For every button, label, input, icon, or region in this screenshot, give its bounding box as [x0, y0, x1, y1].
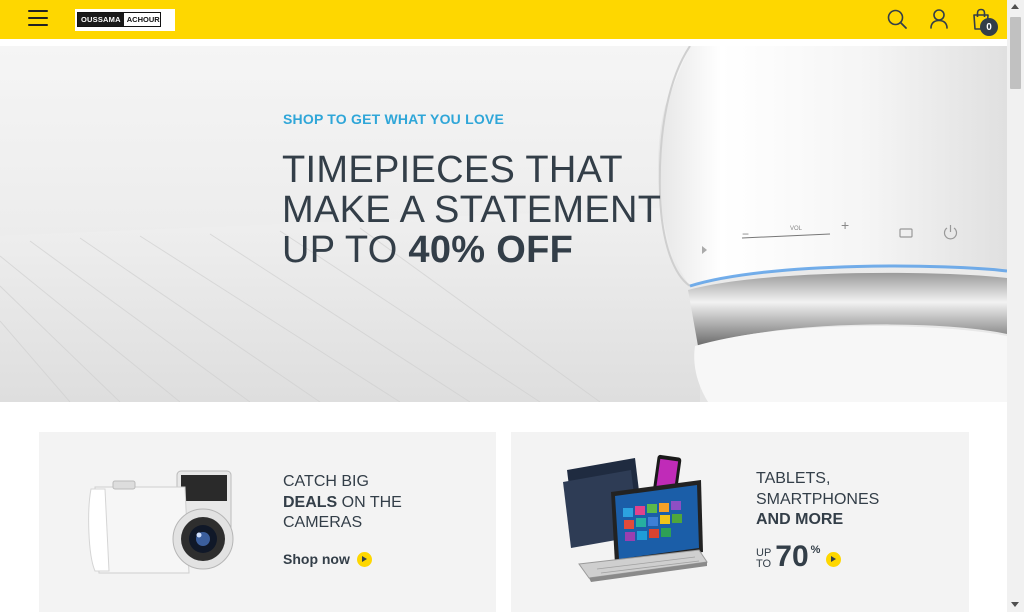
arrow-right-icon	[356, 551, 372, 567]
cart-count-badge: 0	[980, 18, 998, 36]
site-header: OUSSAMA ACHOUR 0	[0, 0, 1007, 39]
scroll-down-arrow-icon[interactable]	[1011, 602, 1019, 607]
promo-cameras-line-1: CATCH BIG	[283, 473, 369, 490]
camera-product-image	[88, 470, 234, 574]
hero-title-prefix: UP TO	[282, 229, 409, 271]
promo-cameras-text: CATCH BIG DEALS ON THE CAMERAS	[283, 472, 402, 534]
scroll-up-arrow-icon[interactable]	[1011, 4, 1019, 9]
tablets-laptop-product-image	[563, 454, 708, 582]
promo-card-tablets[interactable]: TABLETS, SMARTPHONES AND MORE UP TO 70 %	[511, 432, 969, 612]
hero-title-line-3: UP TO 40% OFF	[282, 230, 661, 270]
scroll-thumb[interactable]	[1010, 17, 1021, 89]
speaker-product-image: VOL − +	[658, 46, 1007, 402]
hero-title-discount: 40% OFF	[408, 229, 574, 271]
promo-card-cameras[interactable]: CATCH BIG DEALS ON THE CAMERAS Shop now	[39, 432, 496, 612]
hero-title-line-2: MAKE A STATEMENT	[282, 189, 662, 231]
promo-tablets-line-3: AND MORE	[756, 511, 844, 528]
hero-eyebrow: SHOP TO GET WHAT YOU LOVE	[283, 111, 504, 127]
upto-percent-sign: %	[810, 544, 821, 556]
upto-label: UP TO	[756, 548, 771, 570]
logo-text-left: OUSSAMA	[78, 13, 124, 26]
speaker-minus-label: −	[742, 227, 749, 241]
user-icon[interactable]	[928, 8, 950, 30]
logo-mark: OUSSAMA ACHOUR	[77, 12, 161, 27]
logo-text-right: ACHOUR	[126, 15, 160, 24]
promo-tablets-discount[interactable]: UP TO 70 %	[756, 540, 842, 573]
hero-title-line-1: TIMEPIECES THAT	[282, 149, 623, 191]
arrow-right-icon	[826, 552, 842, 567]
site-logo[interactable]: OUSSAMA ACHOUR	[75, 9, 175, 31]
promo-tablets-line-1: TABLETS,	[756, 470, 831, 487]
promo-cameras-line-3: CAMERAS	[283, 514, 363, 531]
search-icon[interactable]	[886, 8, 908, 30]
upto-value: 70	[775, 540, 809, 573]
page-scrollbar[interactable]	[1007, 0, 1024, 612]
promo-cameras-deals: DEALS	[283, 493, 338, 511]
speaker-vol-label: VOL	[790, 226, 803, 232]
speaker-plus-label: +	[841, 217, 849, 233]
upto-label-to: TO	[756, 558, 772, 570]
promo-cameras-line-2: DEALS ON THE	[283, 493, 402, 514]
shop-now-link[interactable]: Shop now	[283, 551, 372, 567]
promo-tablets-text: TABLETS, SMARTPHONES AND MORE	[756, 469, 879, 531]
shop-now-label: Shop now	[283, 551, 350, 567]
hero-title: TIMEPIECES THAT MAKE A STATEMENT UP TO 4…	[282, 150, 661, 270]
menu-icon[interactable]	[28, 10, 48, 28]
hero-banner[interactable]: VOL − + SHOP TO GET WHAT YOU LOVE TIMEPI…	[0, 46, 1007, 402]
promo-cameras-on-the: ON THE	[337, 493, 402, 511]
promo-tablets-line-2: SMARTPHONES	[756, 490, 880, 508]
